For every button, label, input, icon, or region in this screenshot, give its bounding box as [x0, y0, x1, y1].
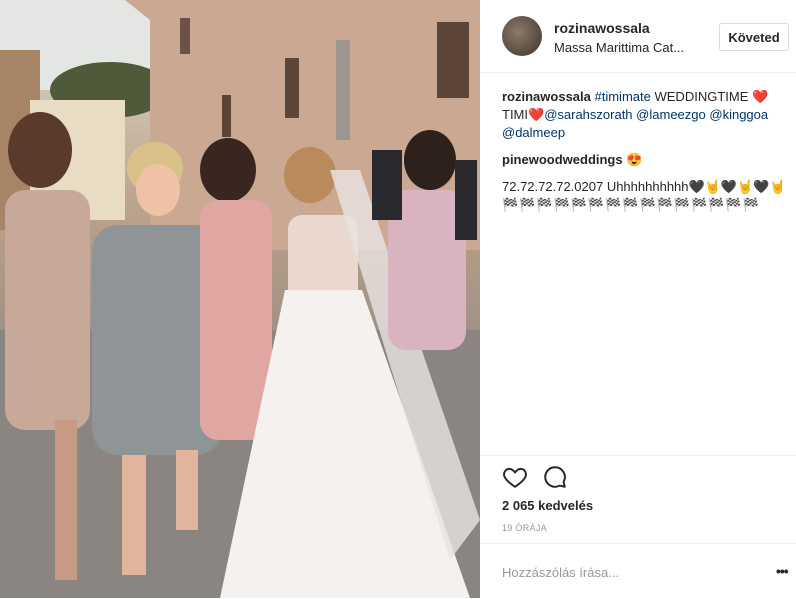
mention-link[interactable]: @sarahszorath: [544, 107, 632, 122]
post-sidebar: rozinawossala Massa Marittima Cat... Köv…: [480, 0, 796, 598]
mention-link[interactable]: @lameezgo: [636, 107, 706, 122]
heart-icon[interactable]: [502, 464, 528, 490]
more-icon[interactable]: •••: [776, 563, 789, 579]
comment-text: 72.72.72.72.0207 Uhhhhhhhhhh🖤🤘🖤🤘🖤🤘: [502, 179, 786, 194]
caption-text-2: TIMI❤️: [502, 107, 545, 122]
comment-icon[interactable]: [542, 464, 568, 490]
post-location[interactable]: Massa Marittima Cat...: [554, 40, 694, 55]
comment-flags: 🏁🏁🏁🏁🏁🏁🏁🏁🏁🏁🏁🏁🏁🏁🏁: [502, 197, 760, 212]
comment-text: 😍: [626, 152, 643, 167]
photo-illustration: [0, 0, 480, 598]
following-button[interactable]: Követed: [719, 23, 789, 51]
post-username[interactable]: rozinawossala: [554, 20, 650, 36]
comment-item: 72.72.72.72.0207 Uhhhhhhhhhh🖤🤘🖤🤘🖤🤘 🏁🏁🏁🏁🏁…: [502, 178, 788, 214]
post-timestamp[interactable]: 19 ÓRÁJA: [502, 523, 547, 533]
comment-author[interactable]: pinewoodweddings: [502, 152, 623, 167]
caption-author[interactable]: rozinawossala: [502, 89, 591, 104]
mention-link[interactable]: @kinggoa: [709, 107, 768, 122]
mention-link[interactable]: @dalmeep: [502, 125, 565, 140]
avatar[interactable]: [502, 16, 542, 56]
add-comment-input[interactable]: Hozzászólás írása...: [502, 565, 619, 580]
instagram-post-view: rozinawossala Massa Marittima Cat... Köv…: [0, 0, 796, 598]
comment-list: rozinawossala #timimate WEDDINGTIME ❤️ T…: [502, 88, 788, 223]
caption-text: WEDDINGTIME ❤️: [654, 89, 769, 104]
comment-item: pinewoodweddings 😍: [502, 151, 788, 169]
actions-divider: [480, 455, 796, 456]
likes-count[interactable]: 2 065 kedvelés: [502, 498, 593, 513]
post-header: rozinawossala Massa Marittima Cat... Köv…: [480, 0, 796, 73]
post-photo[interactable]: [0, 0, 480, 598]
caption: rozinawossala #timimate WEDDINGTIME ❤️ T…: [502, 88, 788, 142]
hashtag-link[interactable]: #timimate: [595, 89, 651, 104]
